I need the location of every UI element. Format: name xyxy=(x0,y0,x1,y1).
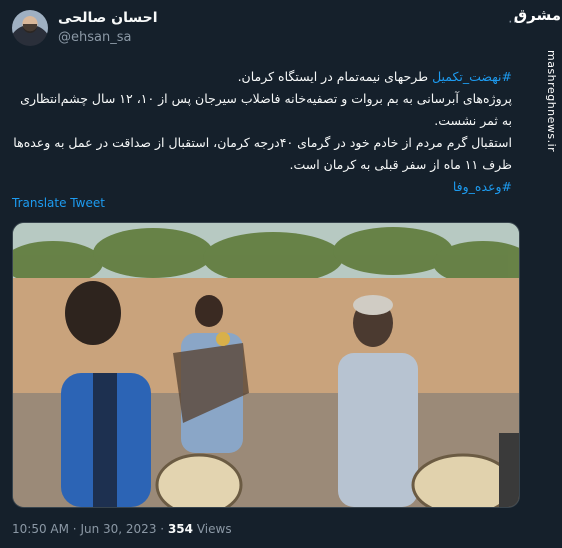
tweet-time[interactable]: 10:50 AM xyxy=(12,522,69,536)
author-handle[interactable]: @ehsan_sa xyxy=(58,30,131,45)
tweet-meta: 10:50 AM · Jun 30, 2023 · 354 Views xyxy=(12,522,232,536)
tweet-card: احسان صالحی @ehsan_sa ⋯ #نهضت_تکمیل طرحه… xyxy=(0,0,530,548)
tweet-date[interactable]: Jun 30, 2023 xyxy=(80,522,156,536)
views-count: 354 xyxy=(167,522,194,536)
mashregh-logo: مشرق xyxy=(513,6,561,24)
tweet-line-4: #وعده_وفا xyxy=(12,176,512,198)
tweet-line-3: استقبال گرم مردم از خادم خود در گرمای ۴۰… xyxy=(13,135,512,172)
views-label: Views xyxy=(196,522,232,536)
hashtag-link[interactable]: #نهضت_تکمیل xyxy=(432,69,512,84)
tweet-video[interactable] xyxy=(12,222,520,508)
video-frame xyxy=(13,223,519,507)
meta-separator: · xyxy=(160,522,165,536)
meta-separator: · xyxy=(72,522,77,536)
tweet-line-2: پروژه‌های آبرسانی به بم بروات و تصفیه‌خا… xyxy=(20,91,512,128)
author-name[interactable]: احسان صالحی xyxy=(58,10,158,26)
translate-tweet-link[interactable]: Translate Tweet xyxy=(12,196,105,210)
avatar[interactable] xyxy=(12,10,48,46)
tweet-line-1: #نهضت_تکمیل طرحهای نیمه‌تمام در ایستگاه … xyxy=(12,66,512,88)
avatar-beard xyxy=(23,24,37,33)
tweet-header: احسان صالحی @ehsan_sa ⋯ xyxy=(12,10,522,50)
tweet-text-1: طرحهای نیمه‌تمام در ایستگاه کرمان. xyxy=(237,69,433,84)
watermark-site: mashreghnews.ir xyxy=(545,50,558,153)
hashtag-link[interactable]: #وعده_وفا xyxy=(453,179,512,194)
tweet-body: #نهضت_تکمیل طرحهای نیمه‌تمام در ایستگاه … xyxy=(12,66,512,198)
